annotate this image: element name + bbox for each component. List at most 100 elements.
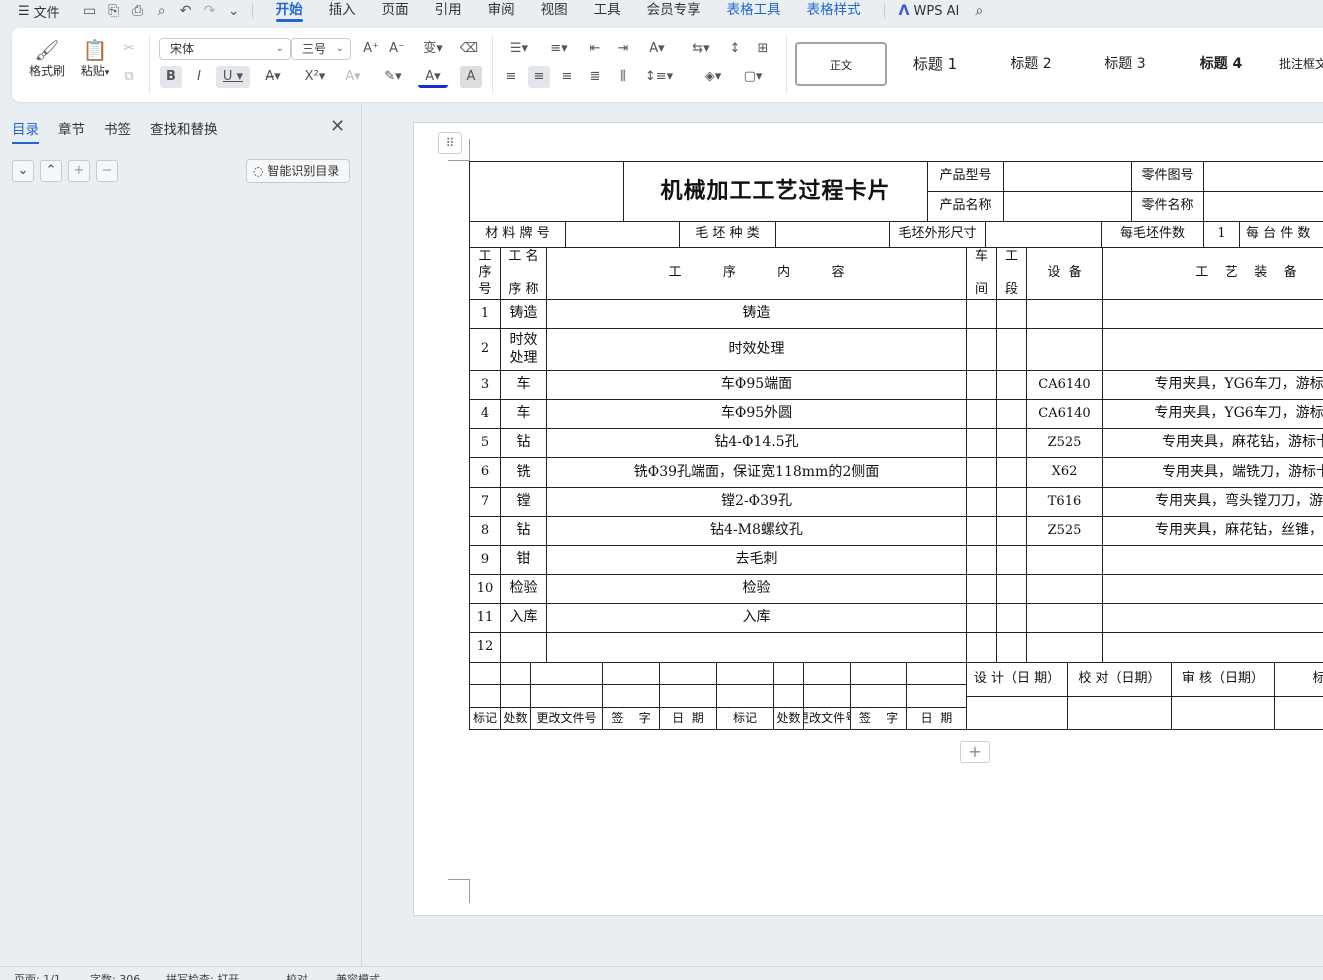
signoff-value[interactable] [1171, 696, 1275, 730]
row-op-no[interactable]: 6 [469, 457, 501, 488]
blank-size-label[interactable]: 毛坯外形尺寸 [889, 221, 986, 248]
row-op-content[interactable]: 铣Φ39孔端面，保证宽118mm的2侧面 [546, 457, 967, 488]
row-section[interactable] [996, 328, 1027, 371]
cut-icon[interactable]: ✂ [118, 38, 140, 60]
footer-cell[interactable] [659, 684, 717, 708]
row-equipment[interactable] [1026, 574, 1103, 604]
tab-page[interactable]: 页面 [369, 0, 422, 22]
col-header-content[interactable]: 工 序 内 容 [546, 247, 967, 300]
signoff-label[interactable]: 设 计（日 期） [966, 662, 1068, 697]
row-equipment[interactable]: Z525 [1026, 516, 1103, 546]
strikethrough-icon[interactable]: A̶▾ [258, 66, 288, 88]
border-icon[interactable]: ▢▾ [738, 66, 768, 88]
search-icon[interactable]: ⌕ [975, 3, 983, 19]
row-equipment[interactable]: T616 [1026, 487, 1103, 517]
footer-cell[interactable]: 日 期 [906, 707, 967, 730]
col-header-workshop[interactable]: 车 间 [966, 247, 997, 300]
save-icon[interactable]: ▭ [82, 3, 98, 19]
decrease-indent-icon[interactable]: ⇤ [584, 38, 606, 60]
remove-heading-icon[interactable]: − [96, 160, 118, 182]
row-section[interactable] [996, 516, 1027, 546]
row-section[interactable] [996, 603, 1027, 633]
show-marks-icon[interactable]: ⊞ [752, 38, 774, 60]
bullet-list-icon[interactable]: ☰▾ [504, 38, 534, 60]
format-painter-button[interactable]: 🖌 格式刷 [24, 38, 70, 79]
row-workshop[interactable] [966, 545, 997, 575]
row-op-name[interactable]: 车 [500, 399, 547, 429]
wps-ai-button[interactable]: Ʌ WPS AI ⌕ [899, 3, 984, 19]
style-heading-2[interactable]: 标题 2 [995, 42, 1067, 86]
print-preview-icon[interactable]: ⌕ [154, 3, 170, 19]
clear-format-icon[interactable]: ⌫ [458, 38, 480, 60]
row-equipment[interactable] [1026, 632, 1103, 663]
row-op-content[interactable]: 检验 [546, 574, 967, 604]
shading-icon[interactable]: ◈▾ [698, 66, 728, 88]
row-op-content[interactable]: 车Φ95端面 [546, 370, 967, 400]
row-section[interactable] [996, 428, 1027, 458]
blank-size-value[interactable] [985, 221, 1102, 248]
row-op-no[interactable]: 4 [469, 399, 501, 429]
row-op-name[interactable]: 检验 [500, 574, 547, 604]
row-workshop[interactable] [966, 457, 997, 488]
footer-cell[interactable] [469, 684, 501, 708]
tab-find-replace[interactable]: 查找和替换 [150, 118, 218, 138]
numbered-list-icon[interactable]: ≡▾ [544, 38, 574, 60]
row-op-name[interactable]: 铣 [500, 457, 547, 488]
blank-type-label[interactable]: 毛 坯 种 类 [679, 221, 776, 248]
row-op-content[interactable]: 镗2-Φ39孔 [546, 487, 967, 517]
align-center-icon[interactable]: ≡ [528, 66, 550, 88]
row-op-no[interactable]: 1 [469, 299, 501, 329]
footer-cell[interactable]: 签 字 [602, 707, 660, 730]
align-right-icon[interactable]: ≡ [556, 66, 578, 88]
footer-cell[interactable]: 标记 [716, 707, 774, 730]
style-comment[interactable]: 批注框文 [1279, 42, 1323, 86]
material-grade-value[interactable] [565, 221, 680, 248]
pieces-per-blank-label[interactable]: 每毛坯件数 [1101, 221, 1204, 248]
add-row-button[interactable]: + [960, 741, 990, 763]
row-equipment[interactable] [1026, 328, 1103, 371]
proofread-button[interactable]: 校对 [286, 971, 308, 980]
row-workshop[interactable] [966, 487, 997, 517]
close-icon[interactable]: ✕ [330, 116, 345, 137]
row-tooling[interactable]: 专用夹具，端铣刀，游标卡 [1102, 457, 1323, 488]
highlight-icon[interactable]: ✎▾ [378, 66, 408, 88]
smart-toc-button[interactable]: ◌ 智能识别目录 [246, 159, 350, 183]
superscript-icon[interactable]: X²▾ [300, 66, 330, 88]
document-title[interactable]: 机械加工工艺过程卡片 [623, 161, 928, 222]
part-drawing-no-value[interactable] [1203, 161, 1323, 192]
row-workshop[interactable] [966, 632, 997, 663]
underline-icon[interactable]: U ▾ [216, 66, 250, 88]
undo-icon[interactable]: ↶ [178, 3, 194, 19]
row-op-no[interactable]: 8 [469, 516, 501, 546]
row-equipment[interactable] [1026, 299, 1103, 329]
footer-cell[interactable]: 处数 [773, 707, 804, 730]
row-op-content[interactable]: 时效处理 [546, 328, 967, 371]
row-workshop[interactable] [966, 603, 997, 633]
footer-cell[interactable]: 签 字 [850, 707, 907, 730]
footer-cell[interactable] [773, 684, 804, 708]
text-direction-icon[interactable]: A▾ [642, 38, 672, 60]
row-section[interactable] [996, 399, 1027, 429]
signoff-value[interactable] [1274, 696, 1323, 730]
footer-cell[interactable] [500, 684, 531, 708]
footer-cell[interactable]: 日 期 [659, 707, 717, 730]
footer-cell[interactable] [716, 662, 774, 685]
row-op-name[interactable]: 时效 处理 [500, 328, 547, 371]
row-op-name[interactable]: 钻 [500, 428, 547, 458]
align-left-icon[interactable]: ≡ [500, 66, 522, 88]
sort-icon[interactable]: ↕ [724, 38, 746, 60]
col-header-op-name[interactable]: 工 名 序 称 [500, 247, 547, 300]
footer-cell[interactable] [803, 684, 851, 708]
row-tooling[interactable] [1102, 632, 1323, 663]
expand-down-icon[interactable]: ⌄ [12, 160, 34, 182]
row-tooling[interactable]: 专用夹具，YG6车刀，游标卡 [1102, 370, 1323, 400]
row-op-no[interactable]: 12 [469, 632, 501, 663]
product-name-label[interactable]: 产品名称 [927, 191, 1004, 222]
signoff-label[interactable]: 审 核（日期） [1171, 662, 1275, 697]
export-pdf-icon[interactable]: ⎘ [106, 3, 122, 19]
col-header-section[interactable]: 工 段 [996, 247, 1027, 300]
footer-cell[interactable]: 更改文件号 [530, 707, 603, 730]
tab-references[interactable]: 引用 [422, 0, 475, 22]
footer-cell[interactable]: 处数 [500, 707, 531, 730]
material-grade-label[interactable]: 材 料 牌 号 [469, 221, 566, 248]
